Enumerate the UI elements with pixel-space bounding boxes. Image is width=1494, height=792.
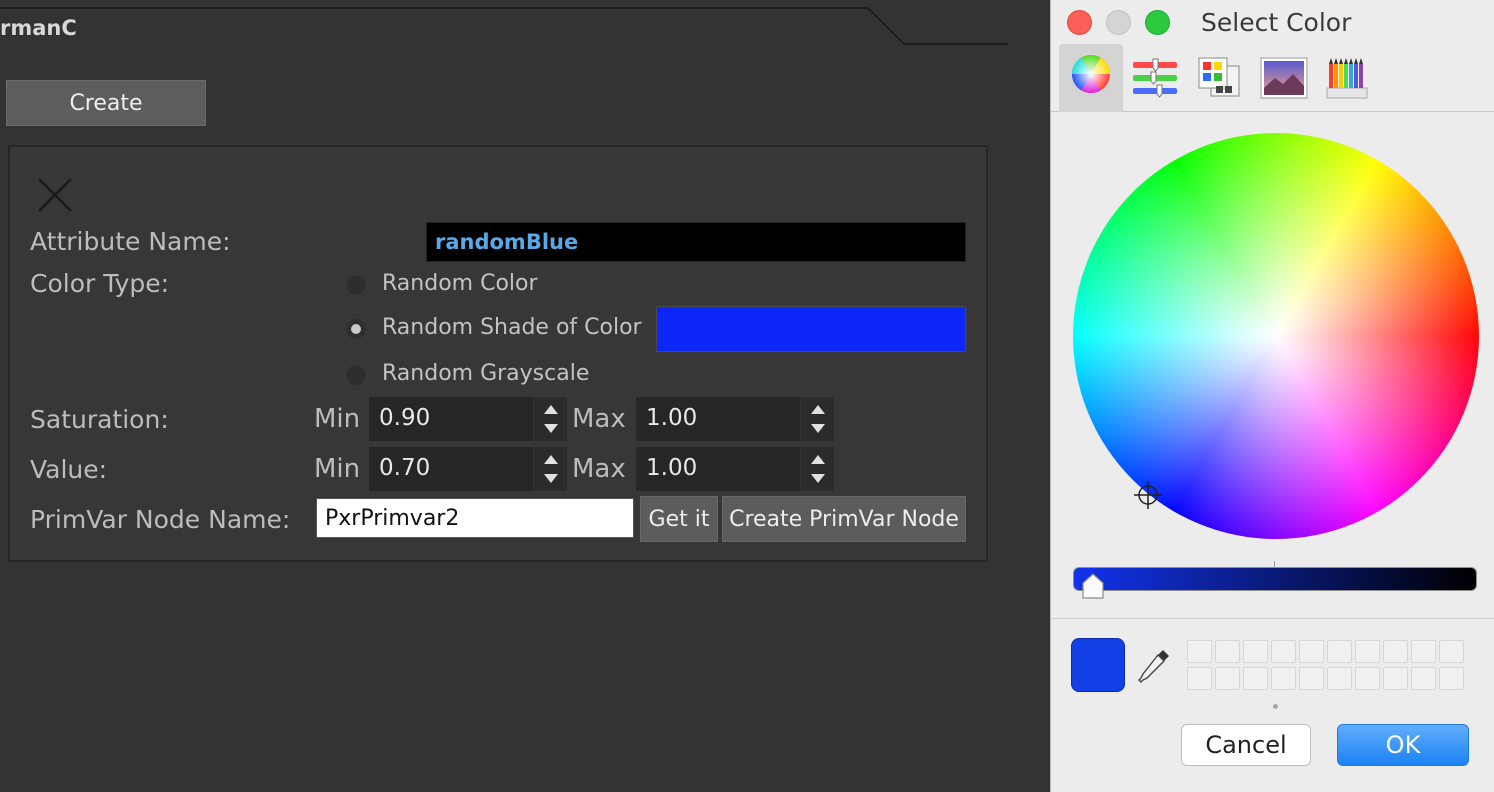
radio-random-grayscale[interactable] [345, 364, 367, 386]
saved-swatch-slot[interactable] [1411, 667, 1436, 690]
radio-random-color[interactable] [345, 274, 367, 296]
value-min-value[interactable]: 0.70 [379, 455, 430, 481]
saved-swatch-slot[interactable] [1271, 667, 1296, 690]
shade-color-swatch[interactable] [656, 306, 966, 352]
picker-divider [1051, 618, 1494, 619]
saved-swatch-slot[interactable] [1411, 640, 1436, 663]
saved-swatch-slot[interactable] [1243, 640, 1268, 663]
grid-resize-dot[interactable] [1273, 704, 1278, 709]
current-color-swatch[interactable] [1071, 638, 1125, 692]
saved-swatch-slot[interactable] [1299, 667, 1324, 690]
value-min-label: Min [314, 454, 361, 484]
create-primvar-node-button[interactable]: Create PrimVar Node [722, 496, 966, 542]
picker-toolbar [1051, 44, 1494, 112]
primvar-node-name-label: PrimVar Node Name: [30, 505, 291, 534]
radio-random-shade[interactable] [345, 318, 367, 340]
saturation-min-label: Min [314, 404, 361, 434]
value-max-spinbox[interactable]: 1.00 [636, 447, 834, 491]
color-palettes-icon[interactable] [1195, 54, 1247, 102]
saved-swatch-slot[interactable] [1383, 640, 1408, 663]
cancel-button[interactable]: Cancel [1181, 724, 1311, 766]
minimize-window-icon[interactable] [1106, 10, 1131, 35]
color-picker-window: Select Color Cancel OK [1050, 0, 1494, 792]
value-max-label: Max [572, 454, 626, 484]
color-sliders-icon[interactable] [1131, 54, 1183, 102]
tab-title[interactable]: rmanC [0, 16, 77, 40]
window-title: Select Color [1201, 8, 1352, 37]
value-max-value[interactable]: 1.00 [646, 455, 697, 481]
radio-random-grayscale-label[interactable]: Random Grayscale [382, 361, 589, 386]
spin-arrows-icon[interactable] [533, 397, 567, 441]
saved-swatch-slot[interactable] [1383, 667, 1408, 690]
color-wheel[interactable] [1073, 133, 1479, 539]
saturation-min-spinbox[interactable]: 0.90 [369, 397, 567, 441]
attribute-name-label: Attribute Name: [30, 227, 231, 256]
color-wheel-crosshair-icon[interactable] [1133, 480, 1163, 510]
saved-swatch-slot[interactable] [1243, 667, 1268, 690]
brightness-slider-knob[interactable] [1081, 572, 1105, 600]
saved-swatch-slot[interactable] [1355, 667, 1380, 690]
ok-button[interactable]: OK [1337, 724, 1469, 766]
primvar-node-name-field[interactable]: PxrPrimvar2 [316, 498, 634, 538]
radio-random-color-label[interactable]: Random Color [382, 271, 538, 296]
saturation-max-spinbox[interactable]: 1.00 [636, 397, 834, 441]
zoom-window-icon[interactable] [1145, 10, 1170, 35]
image-palettes-icon[interactable] [1259, 54, 1311, 102]
brightness-slider[interactable] [1073, 567, 1477, 591]
color-type-label: Color Type: [30, 269, 170, 298]
saturation-label: Saturation: [30, 405, 169, 434]
color-wheel-icon[interactable] [1059, 44, 1123, 112]
saved-swatch-slot[interactable] [1355, 640, 1380, 663]
maya-window: rmanC Create Attribute Name: randomBlue … [0, 0, 1050, 792]
attribute-name-field[interactable]: randomBlue [426, 222, 966, 262]
saved-swatch-slot[interactable] [1327, 667, 1352, 690]
saved-swatch-slot[interactable] [1299, 640, 1324, 663]
saturation-max-value[interactable]: 1.00 [646, 405, 697, 431]
saved-swatch-slot[interactable] [1187, 640, 1212, 663]
value-label: Value: [30, 455, 108, 484]
saved-swatch-slot[interactable] [1439, 640, 1464, 663]
saved-swatch-slot[interactable] [1187, 667, 1212, 690]
tab-outline [0, 7, 1008, 45]
saturation-max-label: Max [572, 404, 626, 434]
saved-swatch-slot[interactable] [1327, 640, 1352, 663]
close-window-icon[interactable] [1067, 10, 1092, 35]
saved-swatch-slot[interactable] [1215, 640, 1240, 663]
create-button[interactable]: Create [6, 80, 206, 126]
pencils-icon[interactable] [1323, 54, 1375, 102]
spin-arrows-icon[interactable] [800, 397, 834, 441]
saved-swatch-slot[interactable] [1271, 640, 1296, 663]
saturation-min-value[interactable]: 0.90 [379, 405, 430, 431]
spin-arrows-icon[interactable] [533, 447, 567, 491]
saved-swatch-slot[interactable] [1439, 667, 1464, 690]
get-it-button[interactable]: Get it [640, 496, 718, 542]
saved-swatch-slot[interactable] [1215, 667, 1240, 690]
eyedropper-icon[interactable] [1137, 646, 1173, 686]
tab-bar: rmanC [0, 0, 1050, 46]
radio-random-shade-label[interactable]: Random Shade of Color [382, 315, 642, 340]
spin-arrows-icon[interactable] [800, 447, 834, 491]
value-min-spinbox[interactable]: 0.70 [369, 447, 567, 491]
close-icon[interactable] [30, 170, 80, 220]
